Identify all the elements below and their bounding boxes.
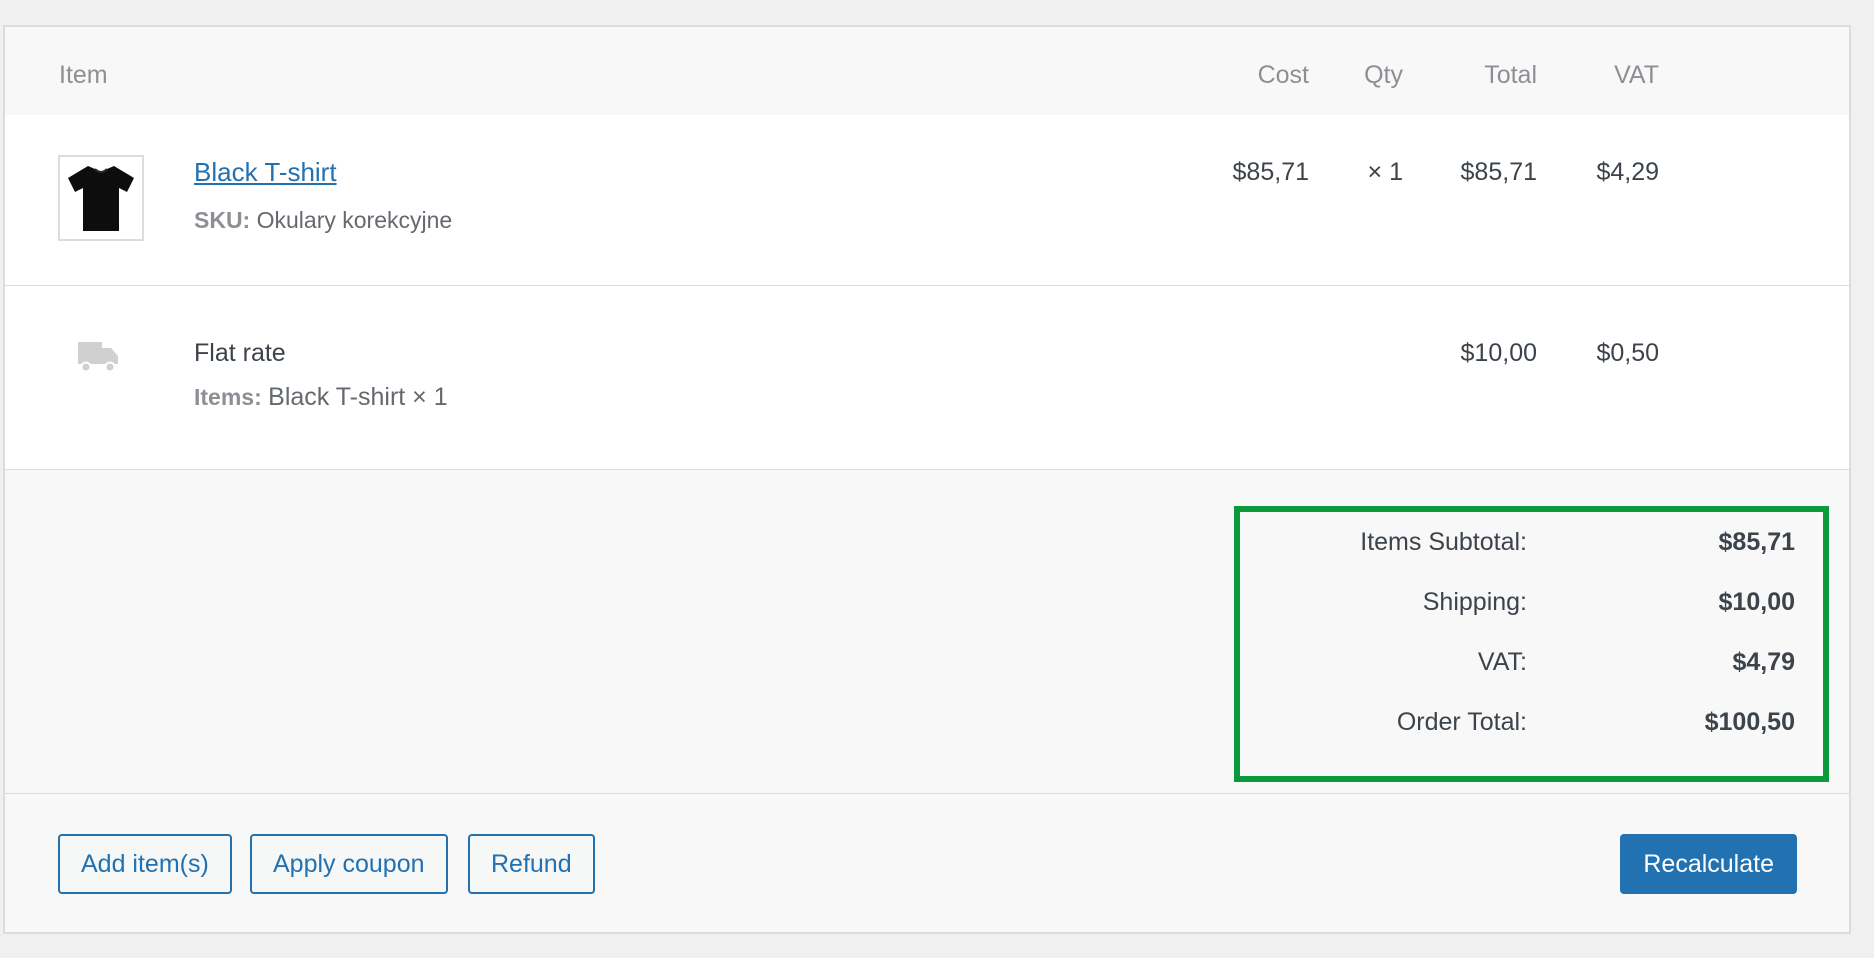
add-items-button[interactable]: Add item(s) bbox=[58, 834, 232, 894]
vat-total-label: VAT: bbox=[1477, 648, 1527, 676]
product-thumbnail[interactable] bbox=[58, 155, 144, 241]
items-subtotal-row: Items Subtotal: $85,71 bbox=[1240, 526, 1823, 558]
sku-value: Okulary korekcyjne bbox=[256, 207, 453, 233]
table-row-shipping: Flat rate Items: Black T-shirt × 1 $10,0… bbox=[5, 301, 1849, 469]
order-items-panel: Item Cost Qty Total VAT Black T-shirt SK… bbox=[3, 25, 1851, 934]
shipping-total-label: Shipping: bbox=[1422, 588, 1527, 616]
items-subtotal-label: Items Subtotal: bbox=[1360, 528, 1527, 556]
column-header-cost: Cost bbox=[1257, 61, 1309, 89]
table-row-product: Black T-shirt SKU: Okulary korekcyjne $8… bbox=[5, 115, 1849, 309]
shipping-total-row: Shipping: $10,00 bbox=[1240, 586, 1823, 618]
vat-total-value: $4,79 bbox=[1732, 648, 1795, 676]
product-total: $85,71 bbox=[1460, 158, 1537, 186]
apply-coupon-button[interactable]: Apply coupon bbox=[250, 834, 448, 894]
product-qty: × 1 bbox=[1367, 158, 1403, 186]
shipping-items-value: Black T-shirt × 1 bbox=[268, 383, 448, 411]
product-cost: $85,71 bbox=[1232, 158, 1309, 186]
row-divider bbox=[5, 285, 1849, 286]
tshirt-icon bbox=[68, 166, 134, 231]
order-total-label: Order Total: bbox=[1396, 708, 1527, 736]
column-header-item: Item bbox=[59, 61, 108, 89]
shipping-method-name: Flat rate bbox=[194, 339, 286, 367]
items-subtotal-value: $85,71 bbox=[1718, 528, 1795, 556]
table-header: Item Cost Qty Total VAT bbox=[5, 27, 1849, 115]
actions-divider bbox=[5, 793, 1849, 794]
shipping-total-value: $10,00 bbox=[1718, 588, 1795, 616]
order-total-value: $100,50 bbox=[1704, 708, 1795, 736]
product-sku: SKU: Okulary korekcyjne bbox=[194, 206, 452, 234]
sku-label: SKU: bbox=[194, 207, 251, 233]
truck-icon bbox=[78, 342, 118, 373]
shipping-items: Items: Black T-shirt × 1 bbox=[194, 383, 448, 411]
recalculate-button[interactable]: Recalculate bbox=[1620, 834, 1797, 894]
refund-button[interactable]: Refund bbox=[468, 834, 595, 894]
product-name-link[interactable]: Black T-shirt bbox=[194, 157, 337, 187]
column-header-vat: VAT bbox=[1614, 61, 1659, 89]
product-vat: $4,29 bbox=[1596, 158, 1659, 186]
row-divider bbox=[5, 469, 1849, 470]
shipping-vat: $0,50 bbox=[1596, 339, 1659, 367]
order-totals-box: Items Subtotal: $85,71 Shipping: $10,00 … bbox=[1234, 506, 1829, 782]
shipping-items-label: Items: bbox=[194, 384, 262, 410]
vat-total-row: VAT: $4,79 bbox=[1240, 646, 1823, 678]
column-header-total: Total bbox=[1484, 61, 1537, 89]
shipping-total: $10,00 bbox=[1460, 339, 1537, 367]
column-header-qty: Qty bbox=[1364, 61, 1403, 89]
order-total-row: Order Total: $100,50 bbox=[1240, 706, 1823, 738]
